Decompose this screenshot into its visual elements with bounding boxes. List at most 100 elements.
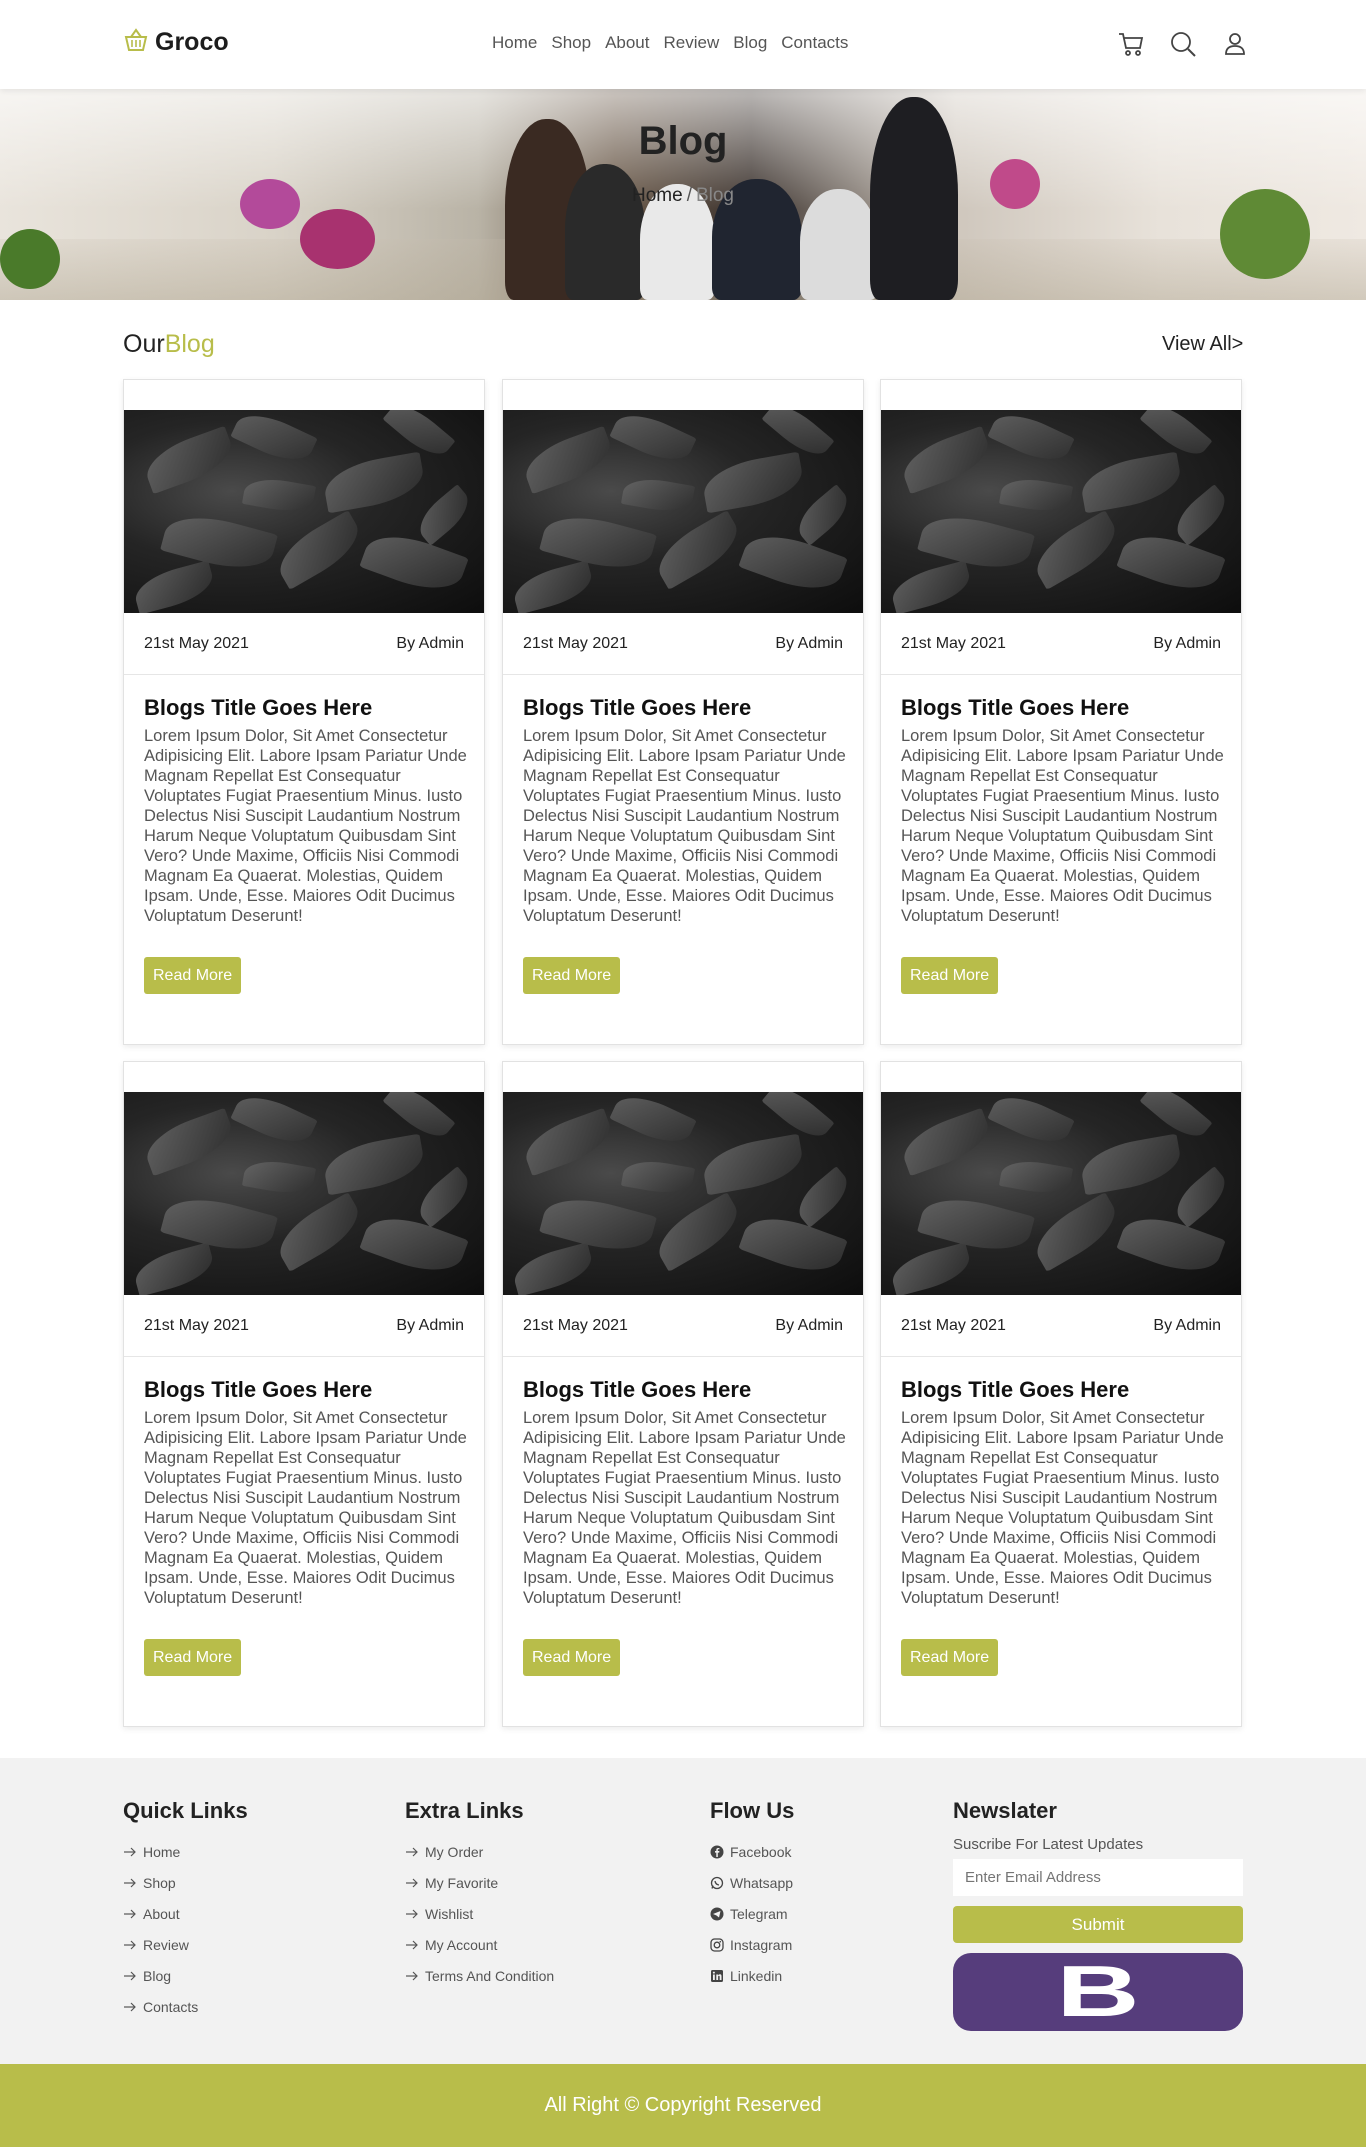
nav-contacts[interactable]: Contacts	[781, 33, 848, 53]
leaf-shape	[509, 1242, 597, 1295]
footer-link[interactable]: Shop	[123, 1867, 248, 1898]
leaf-shape	[699, 1133, 807, 1196]
footer-link[interactable]: Home	[123, 1836, 248, 1867]
footer-link[interactable]: Telegram	[710, 1898, 794, 1929]
footer-link-label: Home	[143, 1843, 181, 1860]
arrow-right-icon	[405, 1876, 419, 1890]
blog-excerpt: Lorem Ipsum Dolor, Sit Amet Consectetur …	[901, 1409, 1224, 1607]
blog-card: 21st May 2021 By Admin Blogs Title Goes …	[123, 379, 485, 1045]
read-more-button[interactable]: Read More	[901, 1639, 999, 1676]
leaf-shape	[320, 451, 428, 514]
footer-link[interactable]: My Account	[405, 1929, 554, 1960]
leaf-shape	[270, 1192, 368, 1272]
leaf-shape	[359, 1206, 469, 1283]
leaf-shape	[270, 510, 368, 590]
nav-blog[interactable]: Blog	[733, 33, 767, 53]
footer-link[interactable]: Linkedin	[710, 1960, 794, 1991]
blog-excerpt: Lorem Ipsum Dolor, Sit Amet Consectetur …	[523, 727, 846, 925]
leaf-shape	[649, 1192, 747, 1272]
arrow-right-icon	[405, 1907, 419, 1921]
extra-links-title: Extra Links	[405, 1798, 524, 1823]
footer-link-label: Shop	[143, 1874, 176, 1891]
footer-link[interactable]: Wishlist	[405, 1898, 554, 1929]
blog-meta: 21st May 2021 By Admin	[881, 613, 1241, 675]
leaf-shape	[1116, 524, 1226, 601]
blog-author: By Admin	[1153, 1317, 1221, 1334]
read-more-button[interactable]: Read More	[901, 957, 999, 994]
email-input[interactable]	[953, 1859, 1243, 1896]
nav-review[interactable]: Review	[664, 33, 720, 53]
arrow-right-icon	[123, 1938, 137, 1952]
leaf-shape	[411, 484, 477, 546]
footer-link[interactable]: Terms And Condition	[405, 1960, 554, 1991]
blog-card: 21st May 2021 By Admin Blogs Title Goes …	[880, 1061, 1242, 1727]
leaf-shape	[738, 524, 848, 601]
leaf-shape	[359, 524, 469, 601]
footer-link-label: Instagram	[730, 1936, 793, 1953]
view-all-link[interactable]: View All>	[1162, 333, 1243, 356]
blog-meta: 21st May 2021 By Admin	[503, 1295, 863, 1357]
footer-link[interactable]: My Order	[405, 1836, 554, 1867]
quick-links: Quick Links Home Shop About Review Blog Conta…	[123, 1798, 248, 2022]
leaf-shape	[130, 560, 218, 613]
footer-link[interactable]: About	[123, 1898, 248, 1929]
leaf-shape	[987, 410, 1075, 471]
leaf-shape	[887, 1242, 975, 1295]
read-more-button[interactable]: Read More	[144, 1639, 242, 1676]
follow-list: Facebook Whatsapp Telegram Instagram Linkedi…	[710, 1836, 794, 1991]
footer-link[interactable]: Contacts	[123, 1991, 248, 2022]
leaf-shape	[139, 425, 239, 495]
leaf-shape	[518, 1107, 618, 1177]
breadcrumb-current: Blog	[695, 185, 734, 206]
extra-links: Extra Links My Order My Favorite Wishlist M…	[405, 1798, 554, 1991]
arrow-right-icon	[405, 1969, 419, 1983]
leaf-shape	[620, 1156, 696, 1198]
banner-flowers	[300, 209, 375, 269]
submit-button[interactable]: Submit	[953, 1906, 1243, 1943]
arrow-right-icon	[123, 1845, 137, 1859]
cart-icon[interactable]	[1117, 30, 1145, 58]
bootstrap-logo: B	[953, 1952, 1243, 2032]
blog-date: 21st May 2021	[523, 1317, 628, 1334]
blog-meta: 21st May 2021 By Admin	[124, 613, 484, 675]
read-more-button[interactable]: Read More	[523, 957, 621, 994]
footer-link[interactable]: Instagram	[710, 1929, 794, 1960]
blog-date: 21st May 2021	[901, 1317, 1006, 1334]
leaf-shape	[230, 410, 318, 471]
leaf-shape	[1027, 510, 1125, 590]
footer-link-label: Blog	[143, 1967, 172, 1984]
newsletter: Newslater Suscribe For Latest Updates Su…	[953, 1798, 1243, 2032]
nav-shop[interactable]: Shop	[551, 33, 591, 53]
nav-home[interactable]: Home	[492, 33, 537, 53]
search-icon[interactable]	[1169, 30, 1197, 58]
leaf-shape	[518, 425, 618, 495]
section-title-part2: Blog	[164, 330, 215, 358]
breadcrumb-home[interactable]: Home	[632, 185, 683, 206]
arrow-right-icon	[405, 1938, 419, 1952]
footer-link[interactable]: Facebook	[710, 1836, 794, 1867]
read-more-button[interactable]: Read More	[144, 957, 242, 994]
arrow-right-icon	[123, 1907, 137, 1921]
blog-date: 21st May 2021	[523, 635, 628, 652]
user-icon[interactable]	[1221, 30, 1249, 58]
nav-about[interactable]: About	[605, 33, 649, 53]
footer-link[interactable]: Whatsapp	[710, 1867, 794, 1898]
read-more-button[interactable]: Read More	[523, 1639, 621, 1676]
blog-author: By Admin	[775, 635, 843, 652]
footer-link[interactable]: Review	[123, 1929, 248, 1960]
quick-links-title: Quick Links	[123, 1798, 248, 1823]
leaf-shape	[896, 425, 996, 495]
blog-date: 21st May 2021	[144, 635, 249, 652]
arrow-right-icon	[123, 1876, 137, 1890]
leaf-shape	[1077, 1133, 1185, 1196]
leaf-shape	[1168, 1166, 1234, 1228]
facebook-icon	[710, 1845, 724, 1859]
blog-image	[503, 1092, 863, 1295]
logo[interactable]: Groco	[123, 28, 229, 57]
footer-link[interactable]: My Favorite	[405, 1867, 554, 1898]
leaf-shape	[609, 410, 697, 471]
linkedin-icon	[710, 1969, 724, 1983]
blog-excerpt: Lorem Ipsum Dolor, Sit Amet Consectetur …	[144, 1409, 467, 1607]
footer-link[interactable]: Blog	[123, 1960, 248, 1991]
blog-meta: 21st May 2021 By Admin	[503, 613, 863, 675]
